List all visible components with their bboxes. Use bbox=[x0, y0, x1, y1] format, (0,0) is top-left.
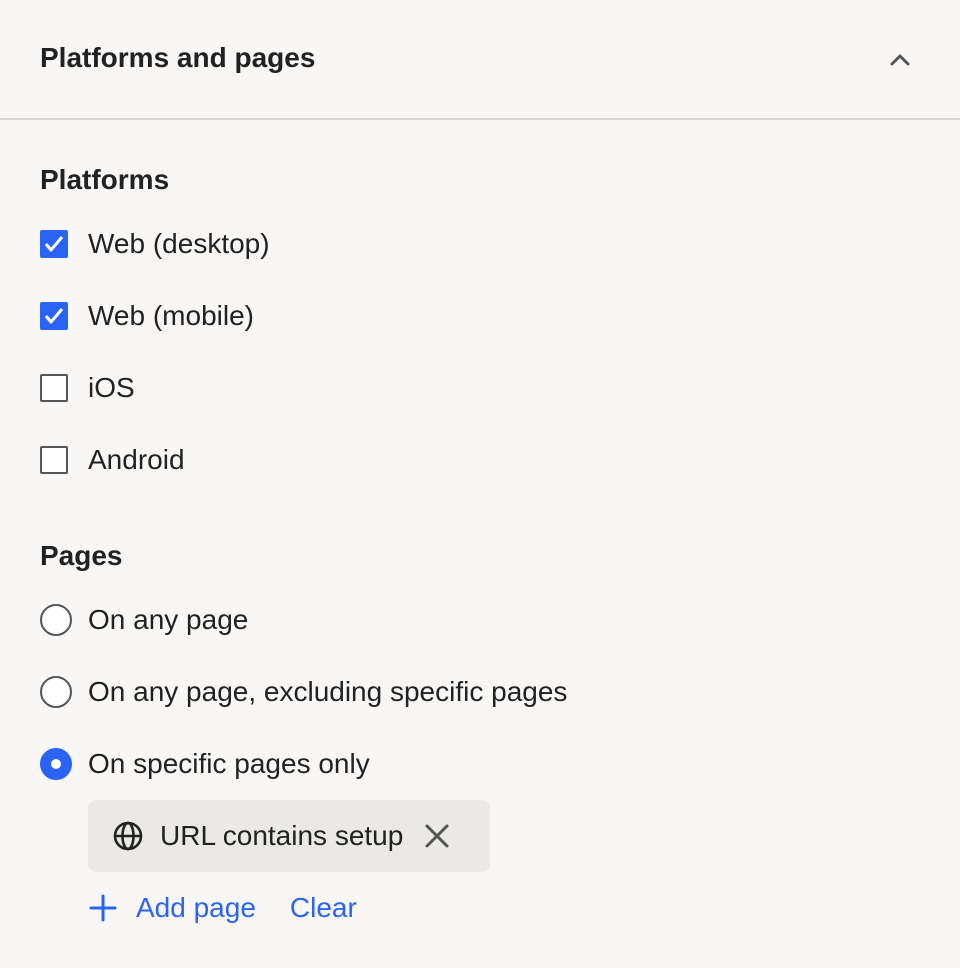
collapse-button[interactable] bbox=[882, 42, 918, 78]
panel-title: Platforms and pages bbox=[40, 42, 316, 73]
remove-rule-button[interactable] bbox=[421, 820, 453, 852]
pages-option-any[interactable]: On any page bbox=[40, 600, 248, 640]
pages-option-label: On any page bbox=[88, 604, 249, 635]
add-page-button[interactable]: Add page bbox=[88, 890, 256, 926]
plus-icon bbox=[89, 894, 117, 922]
panel-header[interactable]: Platforms and pages bbox=[0, 0, 960, 120]
page-actions: Add page Clear bbox=[88, 888, 357, 928]
platform-ios[interactable]: iOS bbox=[40, 368, 135, 408]
checkmark-icon bbox=[44, 308, 64, 324]
add-page-label: Add page bbox=[136, 892, 256, 923]
platform-label: Web (desktop) bbox=[88, 228, 270, 259]
radio-excluding-pages[interactable] bbox=[40, 676, 72, 708]
checkbox-ios[interactable] bbox=[40, 374, 68, 402]
checkbox-web-desktop[interactable] bbox=[40, 230, 68, 258]
checkmark-icon bbox=[44, 236, 64, 252]
url-rule-chip[interactable]: URL contains setup bbox=[88, 800, 490, 872]
platforms-section-title: Platforms bbox=[40, 164, 170, 195]
platform-label: Web (mobile) bbox=[88, 300, 254, 331]
platform-web-mobile[interactable]: Web (mobile) bbox=[40, 296, 254, 336]
url-rule-label: URL contains setup bbox=[160, 820, 404, 851]
platform-label: Android bbox=[88, 444, 185, 475]
clear-button[interactable]: Clear bbox=[290, 890, 357, 926]
chevron-up-icon bbox=[890, 54, 910, 66]
pages-option-label: On specific pages only bbox=[88, 748, 370, 779]
checkbox-web-mobile[interactable] bbox=[40, 302, 68, 330]
globe-icon bbox=[113, 821, 143, 851]
close-icon bbox=[425, 824, 449, 848]
checkbox-android[interactable] bbox=[40, 446, 68, 474]
pages-option-label: On any page, excluding specific pages bbox=[88, 676, 568, 707]
platform-web-desktop[interactable]: Web (desktop) bbox=[40, 224, 270, 264]
platform-label: iOS bbox=[88, 372, 135, 403]
radio-any-page[interactable] bbox=[40, 604, 72, 636]
pages-option-specific[interactable]: On specific pages only bbox=[40, 744, 370, 784]
radio-specific-pages[interactable] bbox=[40, 748, 72, 780]
platform-android[interactable]: Android bbox=[40, 440, 185, 480]
pages-section-title: Pages bbox=[40, 540, 123, 571]
pages-option-excluding[interactable]: On any page, excluding specific pages bbox=[40, 672, 567, 712]
